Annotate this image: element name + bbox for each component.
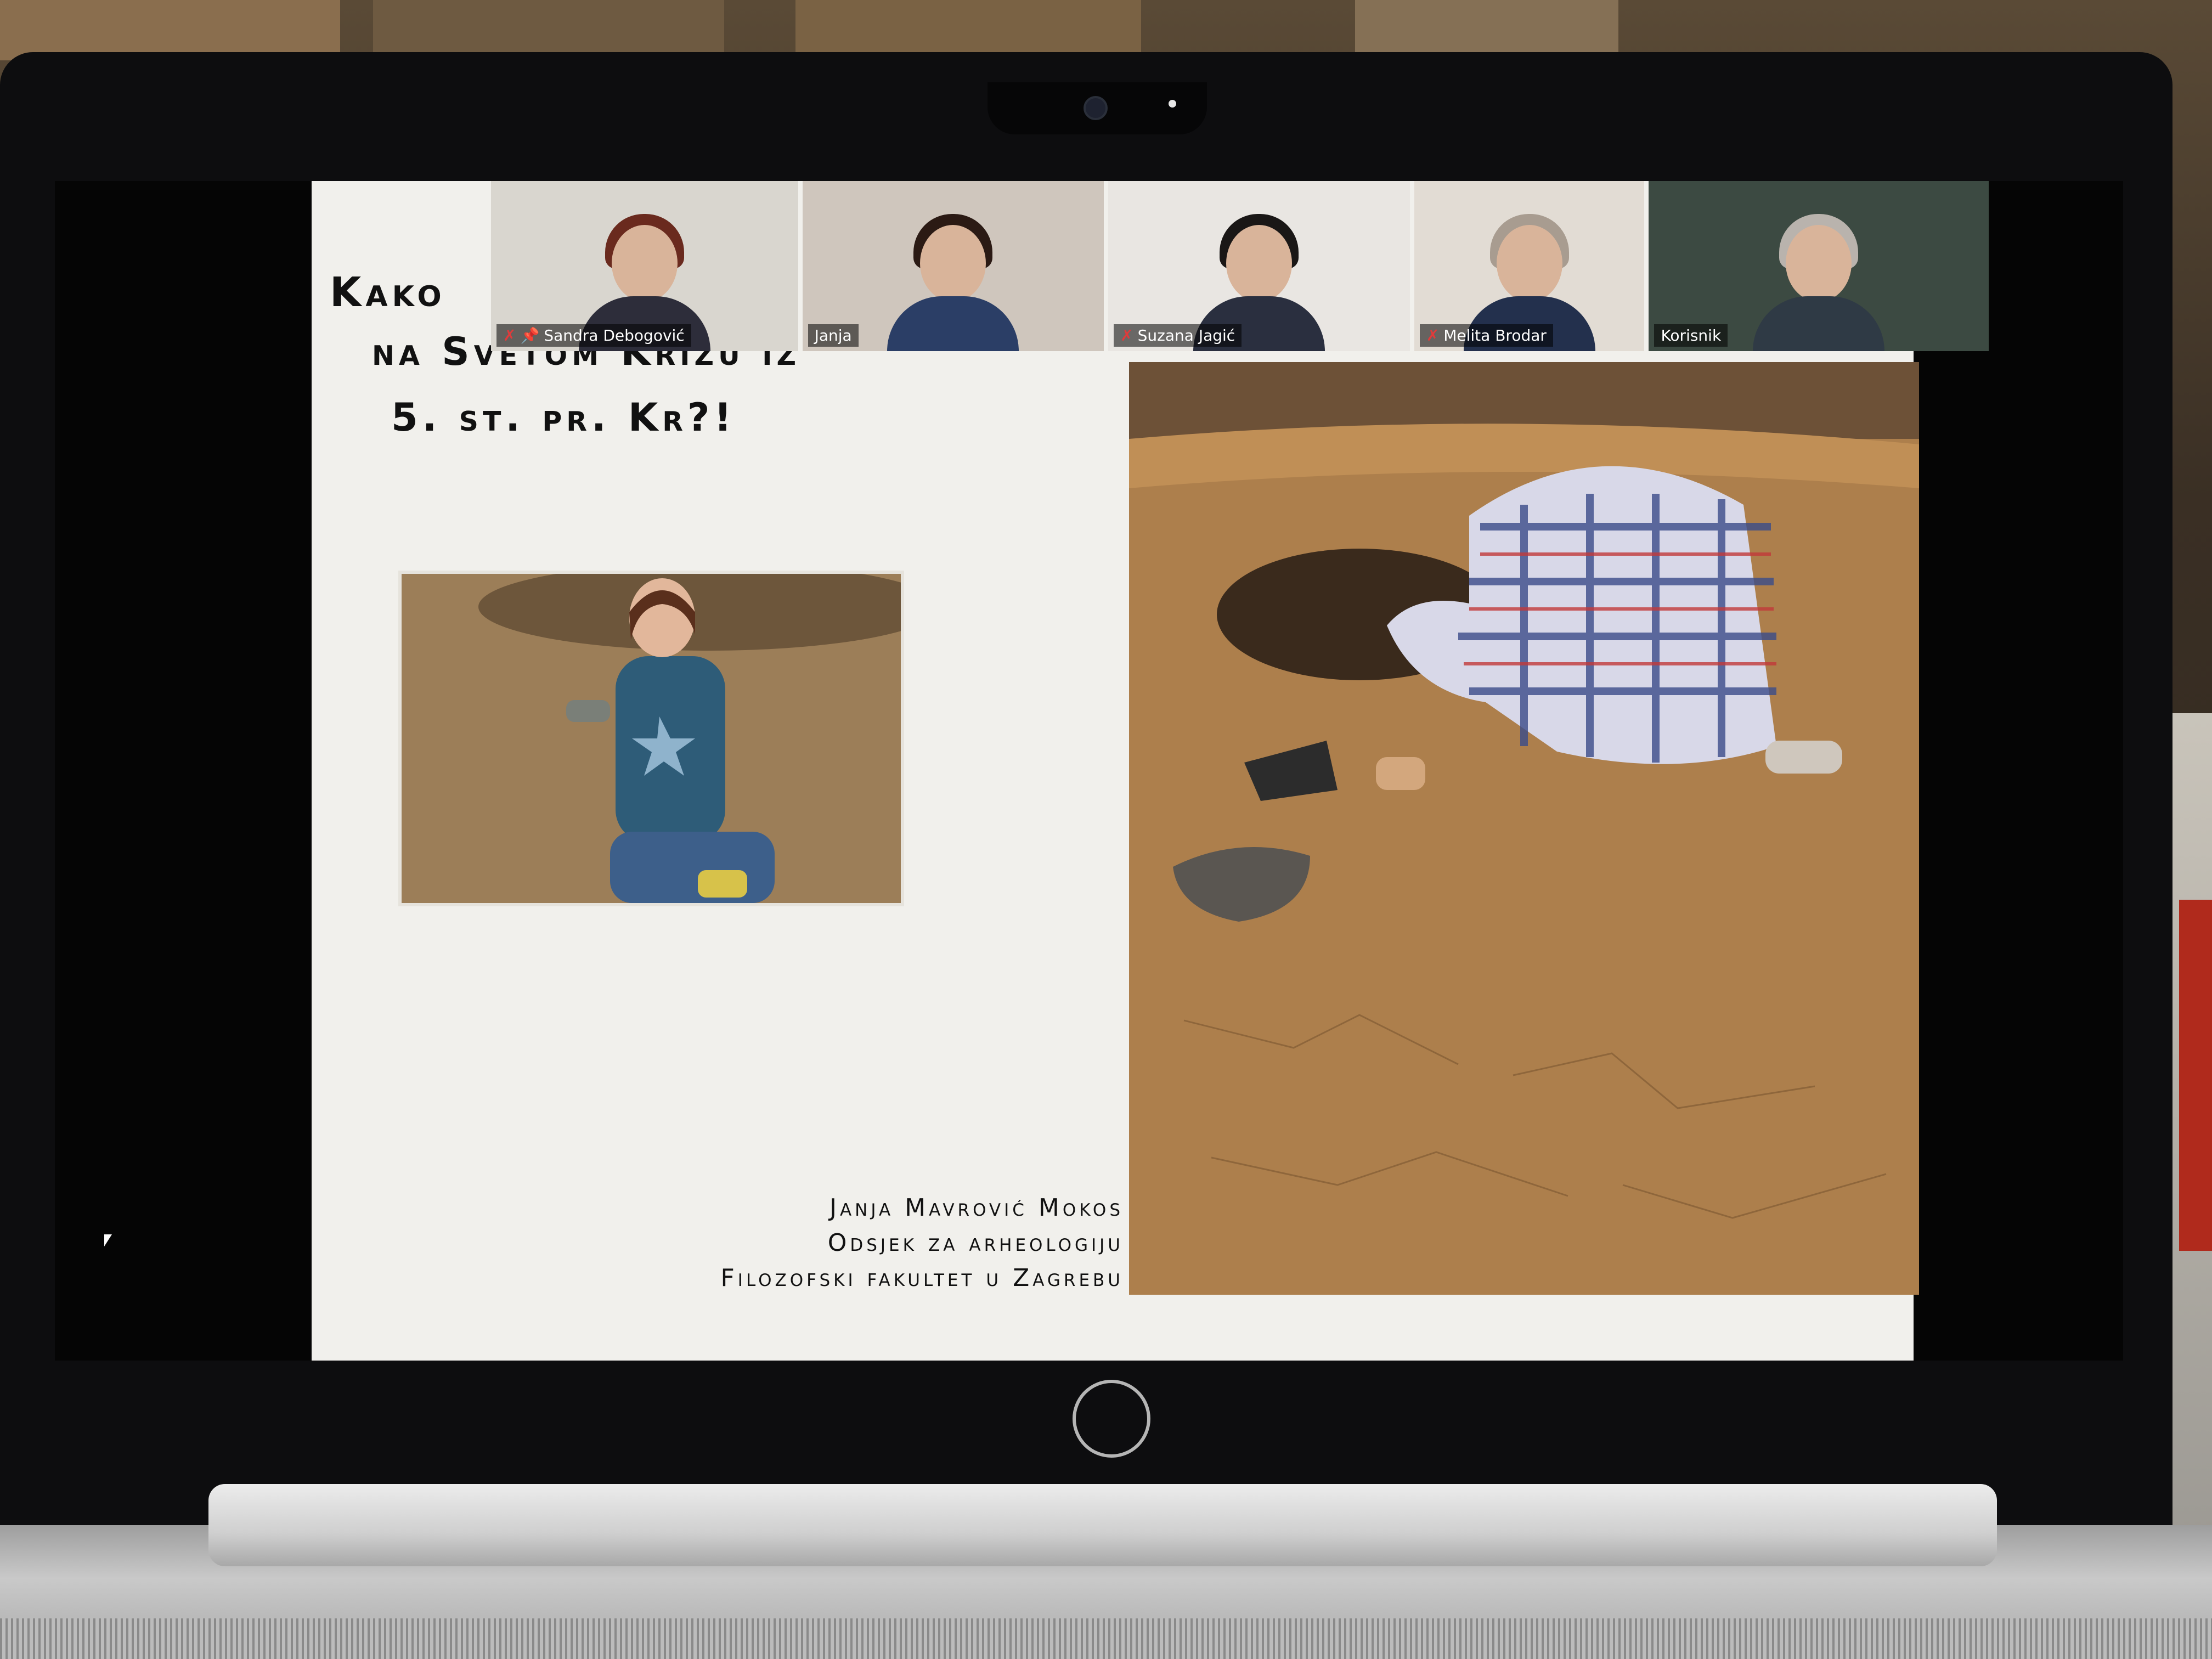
microphone-off-icon: ✗ <box>503 326 516 345</box>
laptop-screen: Kako na Svetom Križu iz 5. st. pr. Kr?! <box>55 181 2123 1361</box>
participant-gallery: ✗ 📌 Sandra Debogović Janja ✗ Suzana Jagi… <box>491 181 1989 351</box>
department-name: Odsjek za arheologiju <box>827 1229 1124 1257</box>
laptop-hinge <box>208 1484 1997 1566</box>
slide-credits: Janja Mavrović Mokos Odsjek za arheologi… <box>548 1190 1124 1296</box>
webcam-icon <box>1084 96 1108 120</box>
microphone-off-icon: ✗ <box>1426 326 1440 345</box>
participant-name-label: Janja <box>808 324 859 347</box>
bookshelf <box>795 0 1141 60</box>
webcam-led <box>1169 100 1176 108</box>
author-name: Janja Mavrović Mokos <box>829 1194 1124 1222</box>
participant-video <box>1753 214 1885 351</box>
participant-name-label: ✗ Melita Brodar <box>1419 324 1553 347</box>
hp-logo-icon <box>1073 1380 1150 1458</box>
slide-title-line-3: 5. st. pr. Kr?! <box>391 395 736 440</box>
bookshelf <box>0 0 340 60</box>
excavation-photo-illustration <box>1129 362 1919 1295</box>
participant-tile[interactable]: ✗ Melita Brodar <box>1414 181 1645 351</box>
mouse-cursor-icon <box>104 1234 112 1246</box>
slide-photo-archaeologist <box>398 571 904 906</box>
participant-tile[interactable]: Janja <box>802 181 1104 351</box>
slide-photo-excavation <box>1129 362 1919 1295</box>
presentation-slide: Kako na Svetom Križu iz 5. st. pr. Kr?! <box>312 181 1919 1361</box>
slide-title-line-1: Kako <box>330 269 446 316</box>
participant-tile[interactable]: Korisnik <box>1649 181 1989 351</box>
participant-name-label: ✗ 📌 Sandra Debogović <box>496 324 691 347</box>
participant-tile[interactable]: ✗ 📌 Sandra Debogović <box>491 181 798 351</box>
faculty-name: Filozofski fakultet u Zagrebu <box>720 1264 1124 1292</box>
red-object <box>2179 900 2212 1251</box>
participant-name-label: Korisnik <box>1654 324 1728 347</box>
speaker-grille <box>0 1618 2212 1659</box>
participant-name-label: ✗ Suzana Jagić <box>1114 324 1242 347</box>
bookshelf <box>1355 0 1618 60</box>
microphone-off-icon: ✗ <box>1120 326 1133 345</box>
archaeologist-photo-illustration <box>402 574 901 903</box>
participant-tile[interactable]: ✗ Suzana Jagić <box>1108 181 1410 351</box>
bookshelf <box>373 0 724 60</box>
pin-icon: 📌 <box>520 326 540 345</box>
participant-video <box>887 214 1019 351</box>
